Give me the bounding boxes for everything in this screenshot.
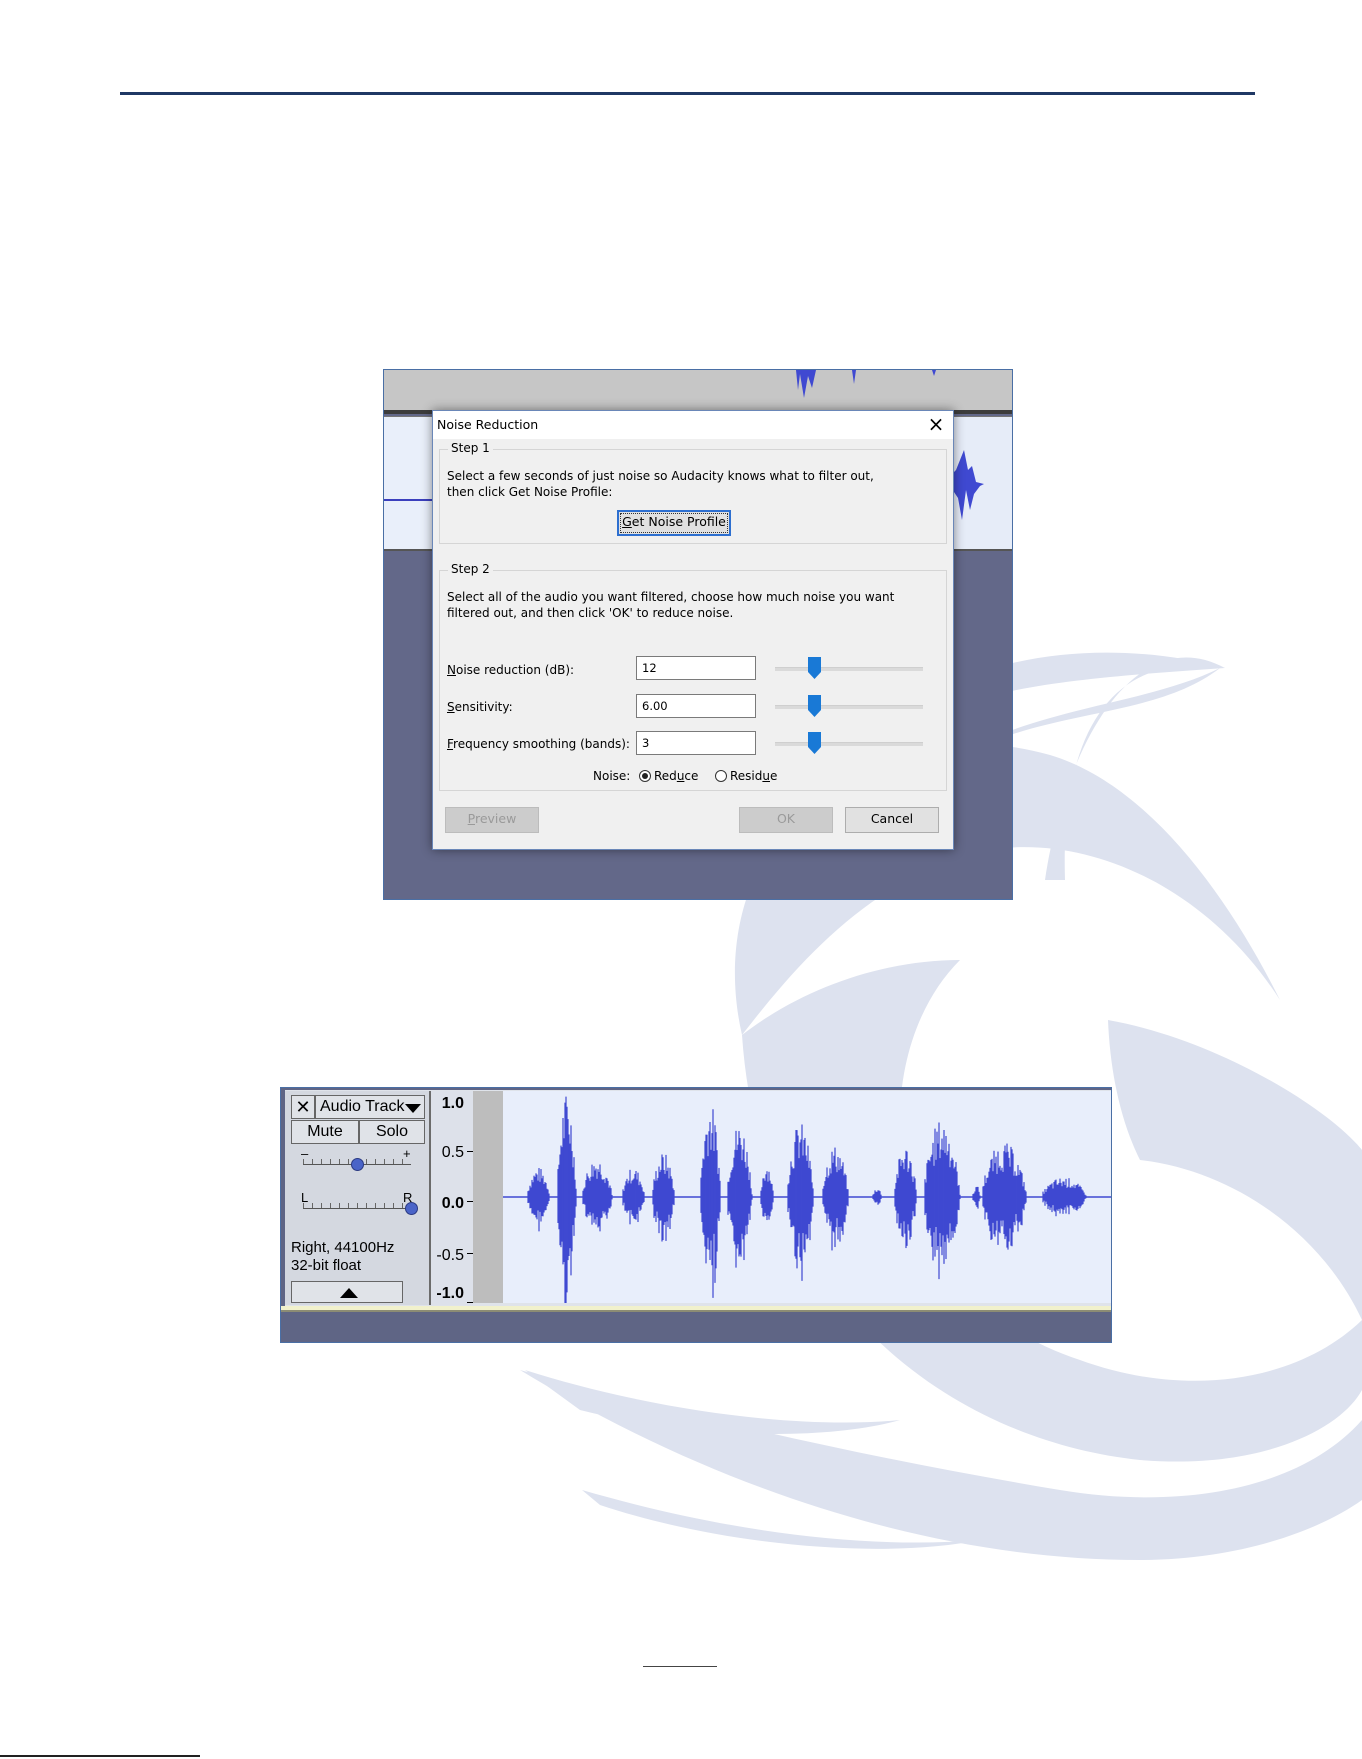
track-name-label: Audio Track <box>320 1098 405 1115</box>
residue-label: Residue <box>730 769 778 783</box>
slider-track <box>775 705 923 709</box>
ruler-label-bottom: -1.0 <box>436 1285 464 1302</box>
track-bottom-border <box>281 1306 1111 1312</box>
ruler-label-neg-half: -0.5 <box>436 1247 464 1264</box>
noise-reduction-field[interactable] <box>636 656 756 680</box>
track-control-panel: ✕ Audio Track Mute Solo – + L R Right, 4… <box>285 1091 431 1305</box>
vertical-ruler: 1.0 0.5 0.0 -0.5 -1.0 <box>431 1091 473 1305</box>
step1-label: Step 1 <box>448 441 493 455</box>
step2-line1: Select all of the audio you want filtere… <box>447 590 895 604</box>
frequency-smoothing-slider[interactable] <box>775 731 923 755</box>
noise-label: Noise: <box>593 769 631 783</box>
dropdown-arrow-icon <box>405 1104 421 1113</box>
pan-slider-knob[interactable] <box>404 1202 418 1215</box>
dialog-titlebar: Noise Reduction × <box>433 411 953 439</box>
ruler-label-top: 1.0 <box>441 1095 464 1112</box>
reduce-label: Reduce <box>654 769 699 783</box>
slider-thumb[interactable] <box>808 695 821 717</box>
header-rule <box>120 92 1255 95</box>
noise-reduction-slider[interactable] <box>775 656 923 680</box>
frequency-smoothing-field[interactable] <box>636 731 756 755</box>
collapse-track-button[interactable] <box>291 1281 403 1303</box>
sensitivity-slider[interactable] <box>775 694 923 718</box>
close-icon: ✕ <box>295 1097 311 1117</box>
track-format-info: Right, 44100Hz <box>291 1239 395 1256</box>
preview-label: Preview <box>467 811 517 826</box>
step2-line2: filtered out, and then click 'OK' to red… <box>447 606 734 620</box>
noise-reduction-label: Noise reduction (dB): <box>447 663 575 677</box>
noise-reduction-screenshot: Noise Reduction × Step 1 Select a few se… <box>383 369 1013 900</box>
get-noise-profile-button[interactable]: Get Noise Profile <box>617 510 731 536</box>
step1-line1: Select a few seconds of just noise so Au… <box>447 469 874 483</box>
close-track-button[interactable]: ✕ <box>291 1095 315 1119</box>
slider-thumb[interactable] <box>808 732 821 754</box>
track-name-menu[interactable]: Audio Track <box>315 1095 425 1119</box>
step1-line2: then click Get Noise Profile: <box>447 485 613 499</box>
cancel-label: Cancel <box>870 811 914 826</box>
ok-label: OK <box>776 811 796 826</box>
waveform-offset-area <box>473 1091 503 1303</box>
frequency-smoothing-label: Frequency smoothing (bands): <box>447 737 630 751</box>
mute-button[interactable]: Mute <box>291 1120 359 1144</box>
radio-selected-dot <box>642 773 648 779</box>
gain-slider-knob[interactable] <box>350 1158 364 1171</box>
step1-group: Step 1 Select a few seconds of just nois… <box>439 441 947 544</box>
dialog-title: Noise Reduction <box>437 417 539 432</box>
sensitivity-field[interactable] <box>636 694 756 718</box>
radio-circle <box>715 770 727 782</box>
ruler-label-half: 0.5 <box>441 1144 464 1161</box>
close-icon[interactable]: × <box>921 412 951 438</box>
radio-circle <box>639 770 651 782</box>
mute-label: Mute <box>307 1123 343 1140</box>
ok-button[interactable]: OK <box>739 807 833 833</box>
slider-thumb[interactable] <box>808 657 821 679</box>
sensitivity-label: Sensitivity: <box>447 700 513 714</box>
slider-track <box>775 667 923 671</box>
residue-radio[interactable]: Residue <box>715 769 777 783</box>
step1-description: Select a few seconds of just noise so Au… <box>447 468 874 500</box>
waveform-area[interactable] <box>503 1091 1111 1312</box>
noise-reduction-dialog: Noise Reduction × Step 1 Select a few se… <box>432 410 954 850</box>
reduce-radio[interactable]: Reduce <box>639 769 698 783</box>
preview-button[interactable]: Preview <box>445 807 539 833</box>
solo-label: Solo <box>375 1123 409 1140</box>
footer-bottom-rule <box>0 1755 200 1757</box>
audio-waveform <box>503 1096 1111 1312</box>
step2-description: Select all of the audio you want filtere… <box>447 589 894 621</box>
get-noise-profile-label: Get Noise Profile <box>622 514 726 529</box>
audio-track-screenshot: ✕ Audio Track Mute Solo – + L R Right, 4… <box>280 1087 1112 1343</box>
collapse-arrow-icon <box>340 1288 358 1298</box>
solo-button[interactable]: Solo <box>359 1120 425 1144</box>
step2-label: Step 2 <box>448 562 493 576</box>
slider-track <box>775 742 923 746</box>
step2-group: Step 2 Select all of the audio you want … <box>439 562 947 791</box>
footer-rule <box>643 1666 717 1667</box>
pan-slider-track <box>303 1208 411 1209</box>
track-bitdepth-info: 32-bit float <box>291 1257 362 1274</box>
ruler-label-zero: 0.0 <box>441 1195 464 1212</box>
cancel-button[interactable]: Cancel <box>845 807 939 833</box>
